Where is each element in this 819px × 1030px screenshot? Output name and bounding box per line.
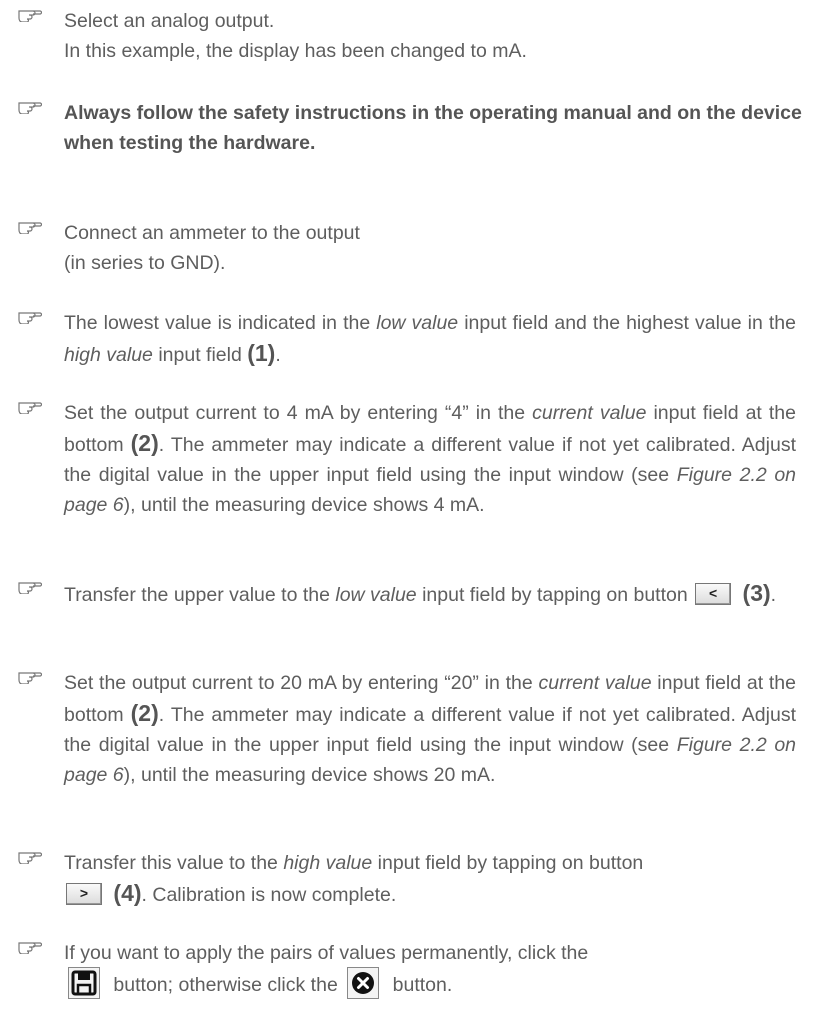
step-text: Transfer this value to the high value in… <box>64 852 644 906</box>
callout-ref: (1) <box>247 340 276 366</box>
callout-ref: (2) <box>130 700 159 726</box>
pointing-hand-icon <box>18 102 42 114</box>
step-text: Set the output current to 4 mA by enteri… <box>64 402 797 516</box>
step-text: Transfer the upper value to the low valu… <box>64 580 777 606</box>
transfer-high-button[interactable]: > <box>66 882 102 905</box>
transfer-low-button[interactable]: < <box>695 582 732 605</box>
callout-ref: (3) <box>742 580 771 606</box>
step-text-line: (in series to GND). <box>64 252 226 274</box>
pointing-hand-icon <box>18 852 42 864</box>
step-text-line: In this example, the display has been ch… <box>64 40 527 62</box>
pointing-hand-icon <box>18 942 42 954</box>
pointing-hand-icon <box>18 222 42 234</box>
safety-text: Always follow the safety instructions in… <box>64 102 802 154</box>
pointing-hand-icon <box>18 402 42 414</box>
callout-ref: (4) <box>113 880 142 906</box>
save-button[interactable] <box>68 967 100 999</box>
pointing-hand-icon <box>18 312 42 324</box>
save-icon <box>71 970 97 996</box>
callout-ref: (2) <box>130 430 159 456</box>
pointing-hand-icon <box>18 582 42 594</box>
step-text-line: Connect an ammeter to the output <box>64 222 360 244</box>
pointing-hand-icon <box>18 10 42 22</box>
pointing-hand-icon <box>18 672 42 684</box>
cancel-button[interactable] <box>347 967 380 999</box>
cancel-icon <box>352 972 375 994</box>
step-text: The lowest value is indicated in the low… <box>64 312 796 366</box>
step-text-line: Select an analog output. <box>64 10 275 32</box>
step-text: If you want to apply the pairs of values… <box>64 938 796 1002</box>
step-text: Set the output current to 20 mA by enter… <box>64 672 797 786</box>
